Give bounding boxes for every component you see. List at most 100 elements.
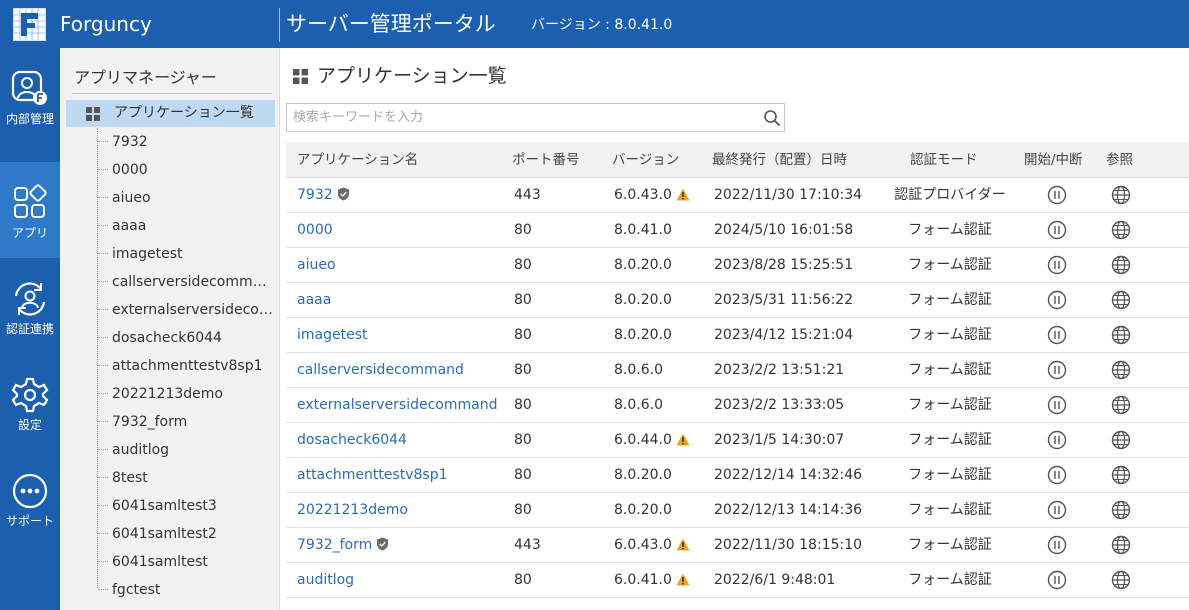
version-cell: 8.0.20.0: [614, 256, 672, 274]
auth-mode-cell: フォーム認証: [908, 257, 992, 273]
browse-button[interactable]: [1111, 430, 1131, 455]
tree-item-app[interactable]: 6041samltest: [98, 548, 278, 576]
start-stop-button[interactable]: [1047, 325, 1067, 350]
table-row[interactable]: externalserversidecommand 80 8.0.6.0 2023/2…: [286, 388, 1189, 423]
column-header-version[interactable]: バージョン: [612, 151, 679, 169]
port-cell: 443: [514, 187, 541, 203]
start-stop-button[interactable]: [1047, 535, 1067, 560]
app-name: Forguncy: [60, 12, 152, 36]
port-cell: 80: [514, 257, 532, 273]
search-input[interactable]: [287, 104, 757, 131]
tree-item-app[interactable]: 8test: [98, 464, 278, 492]
apps-icon: [14, 184, 47, 218]
browse-button[interactable]: [1111, 570, 1131, 595]
search-icon[interactable]: [763, 109, 781, 127]
tree-item-app[interactable]: externalserversideco…: [98, 296, 278, 324]
tree-item-app[interactable]: 7932: [98, 128, 278, 156]
tree-item-app[interactable]: aaaa: [98, 212, 278, 240]
browse-button[interactable]: [1111, 360, 1131, 385]
app-name-link[interactable]: externalserversidecommand: [297, 397, 497, 413]
browse-button[interactable]: [1111, 185, 1131, 210]
app-name-link[interactable]: callserversidecommand: [297, 362, 464, 378]
divider: [72, 93, 272, 94]
column-header-name[interactable]: アプリケーション名: [297, 151, 418, 169]
tree-item-app[interactable]: imagetest: [98, 240, 278, 268]
nav-settings[interactable]: 設定: [0, 354, 60, 450]
auth-mode-cell: フォーム認証: [908, 467, 992, 483]
tree-item-app[interactable]: auditlog: [98, 436, 278, 464]
app-name-link[interactable]: 20221213demo: [297, 502, 408, 518]
version-cell: 6.0.41.0: [614, 571, 690, 589]
browse-button[interactable]: [1111, 465, 1131, 490]
app-name-link[interactable]: 7932_form: [297, 537, 372, 553]
publish-date-cell: 2022/12/14 14:32:46: [714, 467, 863, 483]
app-name-link[interactable]: aaaa: [297, 292, 331, 308]
table-row[interactable]: 20221213demo 80 8.0.20.0 2022/12/13 14:14:3…: [286, 493, 1189, 528]
app-name-link[interactable]: aiueo: [297, 257, 336, 273]
app-name-link[interactable]: imagetest: [297, 327, 368, 343]
browse-button[interactable]: [1111, 395, 1131, 420]
table-row[interactable]: aiueo 80 8.0.20.0 2023/8/28 15:25:51 フォーム認証: [286, 248, 1189, 283]
tree-item-app[interactable]: 6041samltest3: [98, 492, 278, 520]
tree-root-app-list[interactable]: アプリケーション一覧: [66, 100, 275, 127]
grid-icon: [293, 69, 308, 84]
tree-item-app[interactable]: attachmenttestv8sp1: [98, 352, 278, 380]
browse-button[interactable]: [1111, 535, 1131, 560]
table-row[interactable]: imagetest 80 8.0.20.0 2023/4/12 15:21:04 フォー…: [286, 318, 1189, 353]
start-stop-button[interactable]: [1047, 570, 1067, 595]
browse-button[interactable]: [1111, 220, 1131, 245]
start-stop-button[interactable]: [1047, 430, 1067, 455]
pause-icon: [1047, 535, 1067, 555]
nav-auth-sync[interactable]: 認証連携: [0, 258, 60, 354]
app-name-link[interactable]: auditlog: [297, 572, 354, 588]
tree-item-app[interactable]: aiueo: [98, 184, 278, 212]
browse-button[interactable]: [1111, 255, 1131, 280]
column-header-date[interactable]: 最終発行（配置）日時: [712, 151, 847, 169]
table-row[interactable]: dosacheck6044 80 6.0.44.0 2023/1/5 14:30:07…: [286, 423, 1189, 458]
start-stop-button[interactable]: [1047, 220, 1067, 245]
browse-button[interactable]: [1111, 290, 1131, 315]
start-stop-button[interactable]: [1047, 500, 1067, 525]
tree-item-label: 6041samltest3: [112, 498, 217, 514]
table-row[interactable]: 7932_form 443 6.0.43.0 2022/11/30 18:15:10 フ…: [286, 528, 1189, 563]
tree-item-app[interactable]: 7932_form: [98, 408, 278, 436]
app-name-link[interactable]: dosacheck6044: [297, 432, 407, 448]
app-name-link[interactable]: 0000: [297, 222, 333, 238]
table-row[interactable]: aaaa 80 8.0.20.0 2023/5/31 11:56:22 フォーム認証: [286, 283, 1189, 318]
app-name-link[interactable]: attachmenttestv8sp1: [297, 467, 448, 483]
table-row[interactable]: 0000 80 8.0.41.0 2024/5/10 16:01:58 フォーム認証: [286, 213, 1189, 248]
browse-button[interactable]: [1111, 500, 1131, 525]
app-name-cell: imagetest: [297, 326, 368, 344]
column-header-port[interactable]: ポート番号: [512, 151, 580, 169]
version-text: 8.0.20.0: [614, 467, 672, 483]
table-row[interactable]: attachmenttestv8sp1 80 8.0.20.0 2022/12/14 …: [286, 458, 1189, 493]
globe-icon: [1111, 430, 1131, 450]
tree-item-app[interactable]: 0000: [98, 156, 278, 184]
column-header-auth[interactable]: 認証モード: [910, 151, 978, 169]
start-stop-button[interactable]: [1047, 465, 1067, 490]
auth-mode-cell: フォーム認証: [908, 222, 992, 238]
nav-apps[interactable]: アプリ: [0, 162, 60, 258]
table-row[interactable]: auditlog 80 6.0.41.0 2022/6/1 9:48:01 フォーム認証: [286, 563, 1189, 598]
globe-icon: [1111, 325, 1131, 345]
publish-date-cell: 2022/6/1 9:48:01: [714, 572, 836, 588]
tree-item-app[interactable]: dosacheck6044: [98, 324, 278, 352]
tree-item-label: externalserversideco…: [112, 302, 273, 318]
tree-item-app[interactable]: callserversidecommand: [98, 268, 278, 296]
start-stop-button[interactable]: [1047, 395, 1067, 420]
tree-item-label: fgctest: [112, 582, 161, 598]
app-name-link[interactable]: 7932: [297, 187, 333, 203]
table-row[interactable]: 7932 443 6.0.43.0 2022/11/30 17:10:34 認証プロバイ…: [286, 178, 1189, 213]
browse-button[interactable]: [1111, 325, 1131, 350]
start-stop-button[interactable]: [1047, 185, 1067, 210]
start-stop-button[interactable]: [1047, 255, 1067, 280]
table-row[interactable]: callserversidecommand 80 8.0.6.0 2023/2/2 1…: [286, 353, 1189, 388]
tree-item-app[interactable]: 6041samltest2: [98, 520, 278, 548]
port-cell: 80: [514, 572, 532, 588]
nav-support[interactable]: サポート: [0, 450, 60, 546]
nav-internal-management[interactable]: 内部管理: [0, 48, 60, 144]
start-stop-button[interactable]: [1047, 360, 1067, 385]
start-stop-button[interactable]: [1047, 290, 1067, 315]
tree-item-app[interactable]: fgctest: [98, 576, 278, 604]
tree-item-app[interactable]: 20221213demo: [98, 380, 278, 408]
